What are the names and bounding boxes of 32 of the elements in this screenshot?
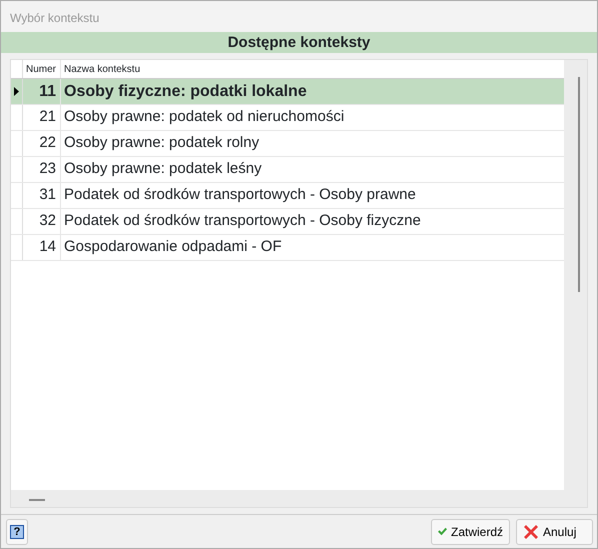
table-row[interactable]: 31 Podatek od środków transportowych - Osoby prawne: [11, 183, 564, 209]
table-cell-text: 14: [39, 237, 56, 258]
table-cell-text: 21: [39, 107, 56, 128]
table-cell-text: 23: [39, 159, 56, 180]
table-cell-text: 22: [39, 133, 56, 154]
scrollbar-thumb[interactable]: [29, 499, 45, 501]
table-cell-text: Osoby prawne: podatek od nieruchomości: [63, 107, 344, 128]
close-icon: [523, 524, 539, 540]
table-cell-text: Osoby prawne: podatek rolny: [63, 133, 260, 154]
table-cell-text: 11: [39, 82, 56, 102]
confirm-button[interactable]: Zatwierdź: [431, 518, 510, 544]
table-cell-text: 32: [39, 211, 56, 232]
table-cell-text: 31: [39, 185, 56, 206]
table-row[interactable]: 11 Osoby fizyczne: podatki lokalne: [11, 79, 564, 105]
table-cell-text: Gospodarowanie odpadami - OF: [63, 237, 282, 258]
table-row[interactable]: 23 Osoby prawne: podatek leśny: [11, 157, 564, 183]
table-row[interactable]: 14 Gospodarowanie odpadami - OF: [11, 235, 564, 261]
cancel-button[interactable]: Anuluj: [516, 518, 593, 544]
table-cell-text: Osoby prawne: podatek leśny: [63, 159, 262, 180]
help-button[interactable]: ?: [6, 518, 28, 544]
window-title: Wybór kontekstu: [10, 10, 100, 27]
row-pointer-icon: [14, 87, 19, 96]
grid-header: Dostępne konteksty: [1, 32, 597, 53]
table-cell-text: Podatek od środków transportowych - Osoby prawne: [63, 185, 416, 206]
column-header: Numer: [26, 62, 56, 76]
table-row[interactable]: 22 Osoby prawne: podatek rolny: [11, 131, 564, 157]
table-row[interactable]: 32 Podatek od środków transportowych - Osoby fizyczne: [11, 209, 564, 235]
table-cell-text: Podatek od środków transportowych - Osoby fizyczne: [63, 211, 421, 232]
table-cell-text: Osoby fizyczne: podatki lokalne: [63, 82, 307, 102]
table-row[interactable]: 21 Osoby prawne: podatek od nieruchomości: [11, 105, 564, 131]
scrollbar-thumb[interactable]: [578, 77, 580, 292]
column-header: Nazwa kontekstu: [63, 62, 140, 76]
